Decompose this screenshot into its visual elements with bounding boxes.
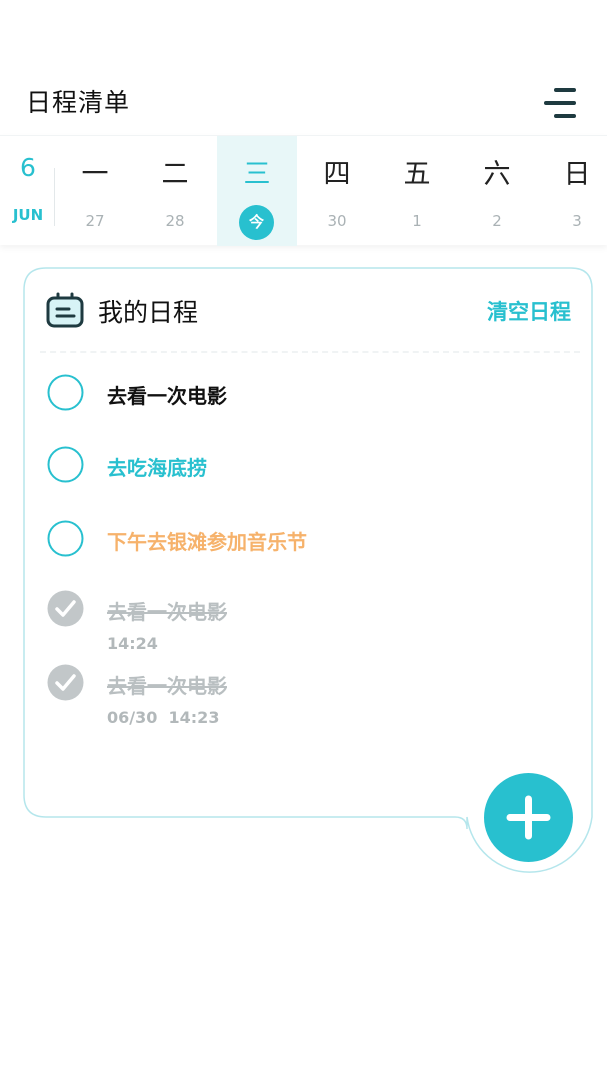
task-time: 06/30 14:23 [107, 708, 220, 727]
day-date: 3 [572, 212, 582, 230]
day-date: 1 [412, 212, 422, 230]
day-name: 五 [403, 159, 431, 190]
schedule-header: 我的日程 清空日程 [46, 290, 576, 330]
divider [40, 351, 580, 353]
day-date: 27 [85, 212, 105, 230]
month-number: 6 [20, 153, 36, 182]
page-title: 日程清单 [26, 88, 131, 117]
unchecked-circle-icon[interactable] [47, 446, 84, 483]
month-name: JUN [12, 206, 44, 224]
checked-circle-icon[interactable] [47, 590, 84, 627]
day-name: 二 [161, 159, 189, 190]
task-text: 去吃海底捞 [107, 456, 207, 480]
day-cell[interactable]: 一 27 [55, 136, 135, 246]
task-text: 去看一次电影 [107, 600, 227, 624]
day-name: 三 [243, 159, 271, 190]
month-indicator: 6 JUN [0, 136, 56, 246]
unchecked-circle-icon[interactable] [47, 520, 84, 557]
app-header: 日程清单 [0, 0, 607, 135]
day-name: 日 [563, 159, 591, 190]
day-cell[interactable]: 二 28 [135, 136, 215, 246]
task-text: 去看一次电影 [107, 674, 227, 698]
clear-schedule-button[interactable]: 清空日程 [487, 296, 571, 326]
day-name: 一 [81, 159, 109, 190]
day-date: 30 [327, 212, 347, 230]
task-text: 去看一次电影 [107, 384, 227, 408]
day-cell[interactable]: 四 30 [297, 136, 377, 246]
day-cell-today[interactable]: 三 今 [217, 136, 297, 246]
task-text: 下午去银滩参加音乐节 [107, 530, 307, 554]
day-date: 28 [165, 212, 185, 230]
week-strip: 6 JUN 一 27 二 28 三 今 四 30 五 1 六 2 日 3 [0, 135, 607, 246]
day-cell[interactable]: 六 2 [457, 136, 537, 246]
day-date: 2 [492, 212, 502, 230]
day-cell[interactable]: 日 3 [537, 136, 607, 246]
day-cell[interactable]: 五 1 [377, 136, 457, 246]
day-name: 四 [323, 159, 351, 190]
calendar-card-icon [46, 292, 84, 328]
plus-icon [506, 795, 551, 840]
unchecked-circle-icon[interactable] [47, 374, 84, 411]
add-task-button[interactable] [484, 773, 573, 862]
menu-lines-icon[interactable] [538, 84, 580, 124]
day-name: 六 [483, 159, 511, 190]
task-time: 14:24 [107, 634, 158, 653]
today-badge: 今 [239, 205, 274, 240]
schedule-title: 我的日程 [98, 298, 199, 327]
checked-circle-icon[interactable] [47, 664, 84, 701]
